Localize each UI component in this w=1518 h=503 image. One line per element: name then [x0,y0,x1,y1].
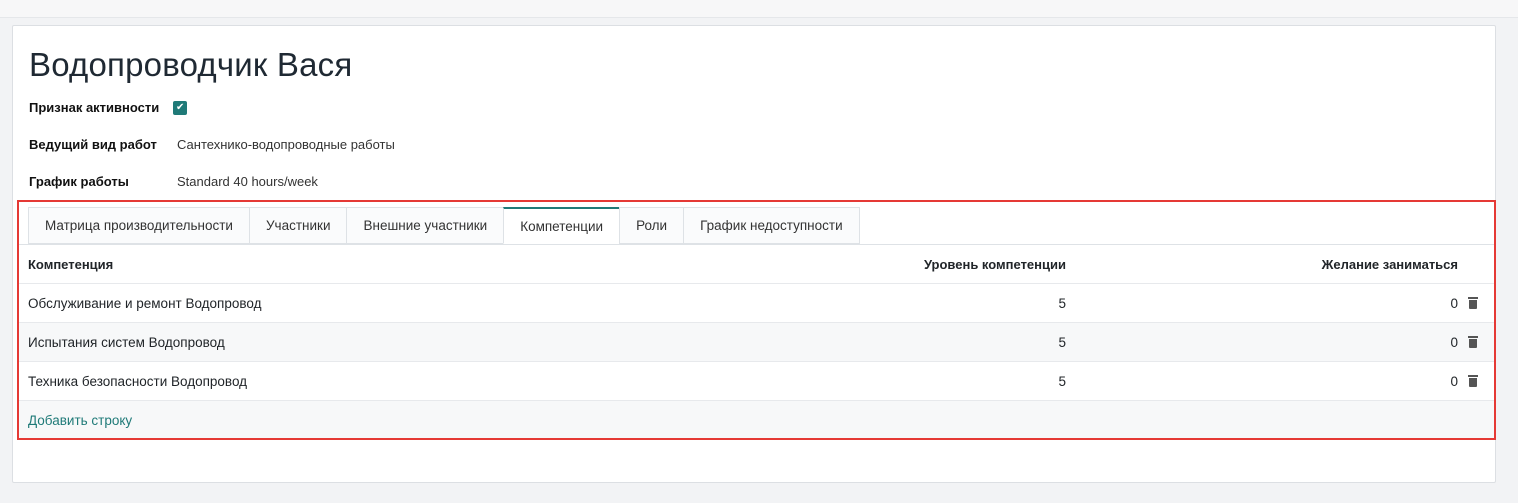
work-schedule-value[interactable]: Standard 40 hours/week [177,174,318,189]
checkmark-icon: ✔ [176,101,185,113]
record-title: Водопроводчик Вася [29,46,353,83]
highlight-frame [17,200,1496,440]
work-schedule-label: График работы [29,174,129,189]
main-work-type-label: Ведущий вид работ [29,137,157,152]
main-work-type-value[interactable]: Сантехнико-водопроводные работы [177,137,395,152]
main-work-type-field: Ведущий вид работ Сантехнико-водопроводн… [29,137,395,152]
work-schedule-field: График работы Standard 40 hours/week [29,174,318,189]
top-bar [0,0,1518,18]
active-checkbox[interactable]: ✔ [173,100,188,115]
active-field: Признак активности ✔ [29,100,188,115]
active-field-label: Признак активности [29,100,160,115]
